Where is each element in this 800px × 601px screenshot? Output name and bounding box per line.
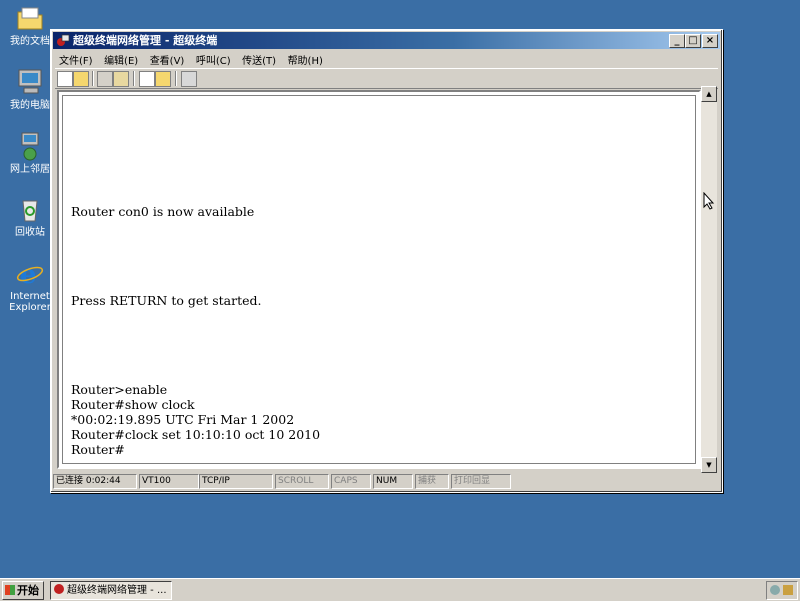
system-tray [766, 581, 798, 600]
status-emulation: VT100 [139, 474, 199, 489]
menu-bar: 文件(F) 编辑(E) 查看(V) 呼叫(C) 传送(T) 帮助(H) [55, 50, 718, 67]
status-bar: 已连接 0:02:44 VT100 TCP/IP SCROLL CAPS NUM… [53, 473, 720, 489]
window-title: 超级终端网络管理 - 超级终端 [73, 34, 218, 47]
disconnect-icon[interactable] [97, 71, 113, 87]
terminal-line: Router#clock set 10:10:10 oct 10 2010 [71, 427, 321, 442]
terminal-line: Press RETURN to get started. [71, 293, 262, 308]
hyperterminal-window: 超级终端网络管理 - 超级终端 _ □ × 文件(F) 编辑(E) 查看(V) … [50, 29, 723, 493]
desktop-icon-label: Internet [10, 291, 50, 302]
menu-transfer[interactable]: 传送(T) [238, 50, 280, 69]
toolbar-separator [133, 71, 135, 86]
terminal-frame: Router con0 is now available Press RETUR… [57, 90, 701, 469]
ie-icon: e [14, 257, 46, 290]
desktop-icon-recycle-bin[interactable]: 回收站 [4, 193, 56, 238]
desktop-icon-label: Explorer [9, 302, 51, 313]
maximize-button[interactable]: □ [685, 34, 701, 48]
menu-call[interactable]: 呼叫(C) [192, 50, 235, 69]
terminal-line: *00:02:19.895 UTC Fri Mar 1 2002 [71, 412, 295, 427]
hyperterminal-app-icon [56, 33, 70, 47]
desktop-icon-label: 我的文档 [10, 36, 50, 47]
send-icon[interactable] [139, 71, 155, 87]
terminal-line: Router>enable [71, 382, 168, 397]
toolbar-separator [175, 71, 177, 86]
windows-logo-icon [5, 585, 15, 595]
close-button[interactable]: × [702, 34, 718, 48]
toolbar [55, 68, 718, 89]
tray-icon[interactable] [783, 585, 793, 595]
status-caps: CAPS [331, 474, 371, 489]
properties-icon[interactable] [113, 71, 129, 87]
taskbar-item-hyperterminal[interactable]: 超级终端网络管理 - ... [50, 581, 172, 600]
start-label: 开始 [17, 584, 39, 597]
taskbar-item-label: 超级终端网络管理 - ... [67, 585, 167, 596]
recycle-bin-icon [14, 193, 46, 225]
desktop-icon-network[interactable]: 网上邻居 [4, 130, 56, 175]
folder-icon [14, 2, 46, 34]
terminal-screen[interactable]: Router con0 is now available Press RETUR… [62, 95, 696, 464]
status-capture: 捕获 [415, 474, 449, 489]
hyperterminal-task-icon [54, 584, 64, 594]
status-print-echo: 打印回显 [451, 474, 511, 489]
mouse-cursor-icon [703, 191, 715, 213]
toolbar-separator [92, 71, 94, 86]
desktop-icon-my-documents[interactable]: 我的文档 [4, 2, 56, 47]
terminal-line: Router con0 is now available [71, 204, 255, 219]
desktop-icon-my-computer[interactable]: 我的电脑 [4, 66, 56, 111]
terminal-line: Router#show clock [71, 397, 195, 412]
vertical-scrollbar[interactable]: ▲ ▼ [701, 86, 717, 473]
menu-edit[interactable]: 编辑(E) [100, 50, 142, 69]
title-bar[interactable]: 超级终端网络管理 - 超级终端 _ □ × [53, 32, 720, 49]
computer-icon [14, 66, 46, 98]
open-icon[interactable] [73, 71, 89, 87]
new-icon[interactable] [57, 71, 73, 87]
start-button[interactable]: 开始 [2, 581, 44, 600]
desktop-icon-internet-explorer[interactable]: e Internet Explorer [4, 257, 56, 313]
settings-icon[interactable] [181, 71, 197, 87]
taskbar: 开始 超级终端网络管理 - ... [0, 578, 800, 601]
scroll-down-icon[interactable]: ▼ [701, 457, 717, 473]
status-connected-time: 已连接 0:02:44 [53, 474, 137, 489]
svg-text:e: e [20, 260, 37, 289]
terminal-prompt: Router# [71, 442, 125, 457]
status-protocol: TCP/IP [199, 474, 273, 489]
menu-file[interactable]: 文件(F) [55, 50, 97, 69]
receive-icon[interactable] [155, 71, 171, 87]
desktop-icon-label: 回收站 [15, 227, 45, 238]
scroll-up-icon[interactable]: ▲ [701, 86, 717, 102]
minimize-button[interactable]: _ [669, 34, 685, 48]
menu-view[interactable]: 查看(V) [146, 50, 189, 69]
desktop-icon-label: 我的电脑 [10, 100, 50, 111]
menu-help[interactable]: 帮助(H) [284, 50, 327, 69]
desktop-icon-label: 网上邻居 [10, 164, 50, 175]
status-num: NUM [373, 474, 413, 489]
status-scroll: SCROLL [275, 474, 329, 489]
tray-icon[interactable] [770, 585, 780, 595]
network-icon [14, 130, 46, 162]
